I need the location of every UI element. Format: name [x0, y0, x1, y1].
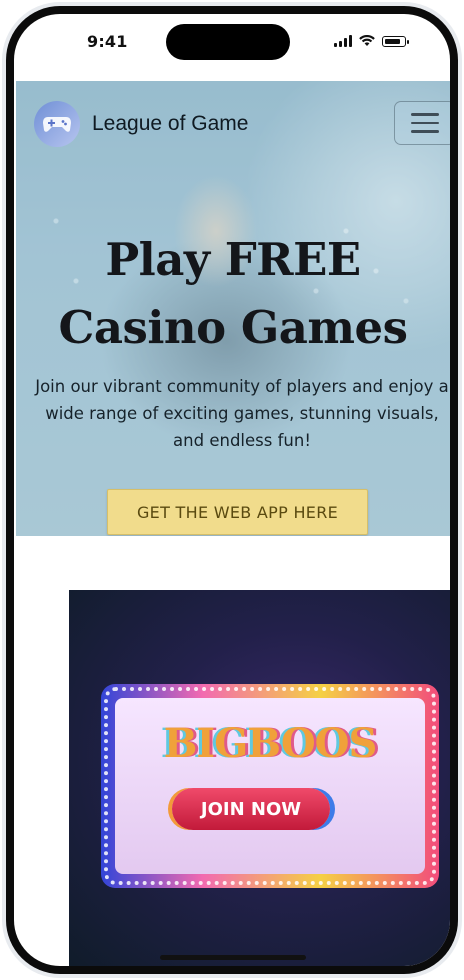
cellular-signal-icon — [334, 35, 352, 47]
hero-title: Play FREE Casino Games — [58, 233, 408, 354]
promo-banner[interactable]: BIGBOOS JOIN NOW — [69, 590, 450, 966]
hero-section: League of Game Play FREE Casino Games Jo… — [16, 81, 450, 536]
home-indicator[interactable] — [160, 955, 306, 960]
gamepad-icon — [34, 101, 80, 147]
promo-title: BIGBOOS — [163, 720, 378, 767]
status-time: 9:41 — [87, 32, 128, 51]
battery-icon — [382, 35, 409, 47]
wifi-icon — [359, 35, 375, 46]
screen: 9:41 League of Game Play FREE Casino Gam… — [14, 14, 450, 966]
marquee-sign: BIGBOOS JOIN NOW — [101, 684, 439, 888]
dynamic-island — [166, 24, 290, 60]
hamburger-menu-icon — [411, 113, 439, 116]
brand-name: League of Game — [92, 112, 249, 135]
hamburger-menu-button[interactable] — [394, 101, 450, 145]
join-now-button[interactable]: JOIN NOW — [172, 788, 330, 830]
phone-frame: 9:41 League of Game Play FREE Casino Gam… — [0, 0, 464, 980]
brand-link[interactable]: League of Game — [34, 101, 248, 147]
hero-subtitle: Join our vibrant community of players an… — [35, 377, 449, 450]
get-web-app-button[interactable]: GET THE WEB APP HERE — [107, 489, 368, 535]
status-icons — [334, 35, 409, 47]
